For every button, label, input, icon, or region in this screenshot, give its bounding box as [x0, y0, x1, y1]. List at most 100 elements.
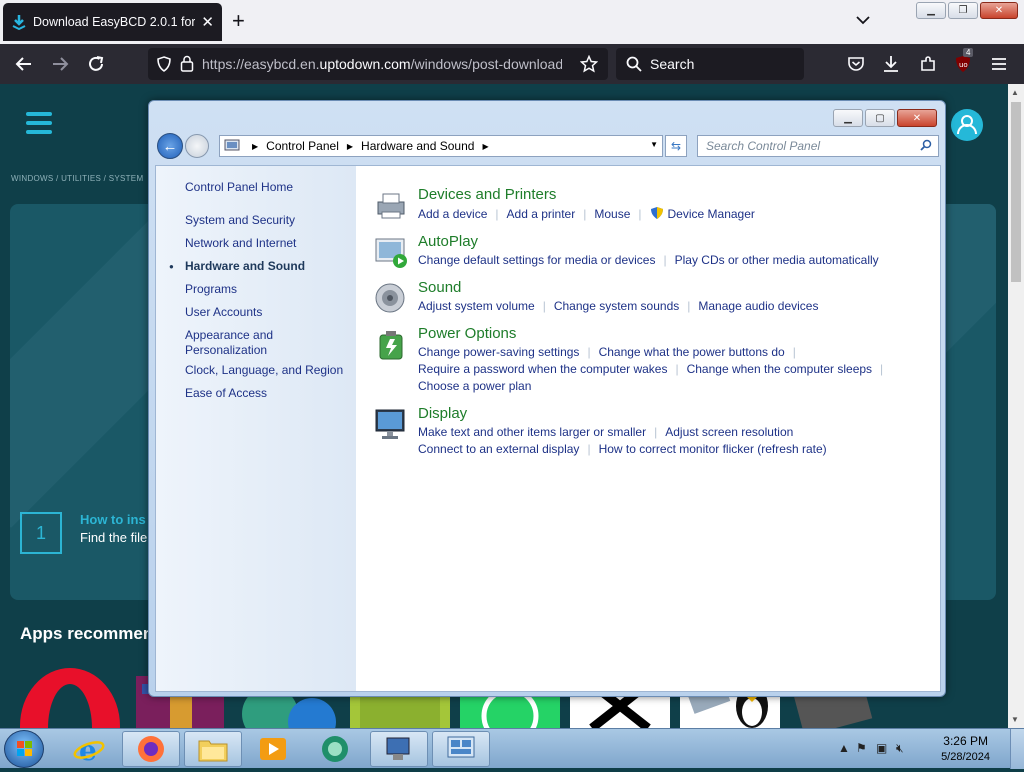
download-icon[interactable]: [881, 54, 901, 74]
page-scrollbar[interactable]: ▲ ▼: [1008, 84, 1024, 728]
devices-and-printers-title[interactable]: Devices and Printers: [418, 186, 556, 203]
change-system-sounds-link[interactable]: Change system sounds: [554, 299, 679, 313]
chevron-right-icon[interactable]: ▶: [347, 142, 353, 151]
star-icon[interactable]: [580, 55, 598, 73]
browser-nav-bar: https://easybcd.en.uptodown.com/windows/…: [0, 44, 1024, 84]
sidebar-item-appearance[interactable]: Appearance and: [185, 328, 273, 343]
step-title[interactable]: How to ins: [80, 512, 146, 527]
display-title[interactable]: Display: [418, 405, 467, 422]
sidebar-item-clock-language-region[interactable]: Clock, Language, and Region: [185, 363, 343, 378]
minimize-button[interactable]: ▁: [916, 2, 946, 19]
manage-audio-devices-link[interactable]: Manage audio devices: [698, 299, 818, 313]
sidebar-item-control-panel-home[interactable]: Control Panel Home: [185, 180, 293, 195]
list-all-tabs-icon[interactable]: [856, 14, 870, 28]
choose-power-plan-link[interactable]: Choose a power plan: [418, 379, 531, 393]
add-a-printer-link[interactable]: Add a printer: [507, 207, 576, 221]
close-tab-icon[interactable]: ✕: [201, 13, 214, 31]
arrow-left-icon[interactable]: [14, 54, 34, 74]
change-power-saving-settings-link[interactable]: Change power-saving settings: [418, 345, 579, 359]
refresh-icon[interactable]: ⇆: [665, 135, 687, 157]
device-manager-taskbar-icon[interactable]: [370, 731, 428, 767]
change-power-buttons-link[interactable]: Change what the power buttons do: [599, 345, 785, 359]
lock-icon[interactable]: [180, 55, 194, 72]
sidebar-item-network-and-internet[interactable]: Network and Internet: [185, 236, 296, 251]
action-center-flag-icon[interactable]: ⚑: [856, 741, 867, 755]
clock-date[interactable]: 5/28/2024: [941, 751, 990, 763]
explorer-folder-taskbar-icon[interactable]: [184, 731, 242, 767]
reload-icon[interactable]: [86, 54, 106, 74]
opera-app-icon[interactable]: [18, 666, 120, 728]
url-bar[interactable]: https://easybcd.en.uptodown.com/windows/…: [148, 48, 608, 80]
puzzle-icon[interactable]: [918, 54, 938, 74]
address-dropdown-icon[interactable]: ▼: [650, 140, 658, 149]
sidebar-item-programs[interactable]: Programs: [185, 282, 237, 297]
power-options-title[interactable]: Power Options: [418, 325, 516, 342]
browser-tab-active[interactable]: Download EasyBCD 2.0.1 for Wi ✕: [3, 3, 222, 41]
restore-button[interactable]: ❐: [948, 2, 978, 19]
search-icon[interactable]: [920, 139, 932, 151]
sound-title[interactable]: Sound: [418, 279, 461, 296]
back-arrow-icon[interactable]: ←: [157, 133, 183, 159]
volume-muted-icon[interactable]: 🔇︎: [896, 741, 904, 756]
control-panel-taskbar-icon[interactable]: [432, 731, 490, 767]
cp-search-input[interactable]: Search Control Panel: [697, 135, 939, 157]
connect-external-display-link[interactable]: Connect to an external display: [418, 442, 579, 456]
sidebar-item-personalization[interactable]: Personalization: [185, 343, 267, 358]
change-when-computer-sleeps-link[interactable]: Change when the computer sleeps: [687, 362, 872, 376]
firefox-taskbar-icon[interactable]: [122, 731, 180, 767]
sidebar-item-hardware-and-sound[interactable]: Hardware and Sound: [185, 259, 305, 274]
monitor-flicker-link[interactable]: How to correct monitor flicker (refresh …: [599, 442, 827, 456]
display-links-row2: Connect to an external display | How to co…: [418, 442, 827, 456]
make-text-larger-link[interactable]: Make text and other items larger or smal…: [418, 425, 646, 439]
autoplay-title[interactable]: AutoPlay: [418, 233, 478, 250]
adjust-system-volume-link[interactable]: Adjust system volume: [418, 299, 535, 313]
mouse-link[interactable]: Mouse: [594, 207, 630, 221]
require-password-on-wake-link[interactable]: Require a password when the computer wak…: [418, 362, 667, 376]
browser-search-bar[interactable]: Search: [616, 48, 804, 80]
ublock-extension-icon[interactable]: uo 4: [953, 48, 974, 74]
show-hidden-icons-icon[interactable]: ▲: [838, 741, 850, 755]
close-window-button[interactable]: ✕: [980, 2, 1018, 19]
hamburger-icon[interactable]: [989, 54, 1009, 74]
breadcrumb-hardware-and-sound[interactable]: Hardware and Sound: [361, 139, 474, 153]
cp-minimize-button[interactable]: ▁: [833, 109, 863, 127]
media-player-taskbar-icon[interactable]: [244, 731, 302, 767]
start-button[interactable]: [4, 730, 44, 768]
sidebar-item-user-accounts[interactable]: User Accounts: [185, 305, 262, 320]
show-desktop-button[interactable]: [1010, 729, 1024, 769]
sidebar-item-ease-of-access[interactable]: Ease of Access: [185, 386, 267, 401]
scroll-up-icon[interactable]: ▲: [1011, 88, 1019, 97]
cp-close-button[interactable]: ✕: [897, 109, 937, 127]
breadcrumb-control-panel[interactable]: Control Panel: [266, 139, 339, 153]
chevron-right-icon[interactable]: ▶: [482, 142, 488, 151]
svg-text:e: e: [79, 734, 97, 764]
new-tab-button[interactable]: +: [232, 10, 245, 32]
cp-maximize-button[interactable]: ▢: [865, 109, 895, 127]
arrow-right-icon[interactable]: [50, 54, 70, 74]
change-default-media-settings-link[interactable]: Change default settings for media or dev…: [418, 253, 655, 267]
chevron-right-icon[interactable]: ▶: [252, 142, 258, 151]
forward-arrow-icon[interactable]: [185, 134, 209, 158]
scroll-thumb[interactable]: [1011, 102, 1021, 282]
user-avatar-icon[interactable]: [951, 109, 983, 141]
download-favicon-icon: [12, 15, 26, 30]
adjust-screen-resolution-link[interactable]: Adjust screen resolution: [665, 425, 793, 439]
extension-badge: 4: [963, 48, 974, 57]
network-icon[interactable]: ▣: [876, 741, 887, 755]
scroll-down-icon[interactable]: ▼: [1011, 715, 1019, 724]
autoplay-links: Change default settings for media or dev…: [418, 253, 879, 267]
url-text[interactable]: https://easybcd.en.uptodown.com/windows/…: [202, 56, 562, 72]
internet-explorer-taskbar-icon[interactable]: e: [60, 731, 118, 767]
clock-time[interactable]: 3:26 PM: [943, 734, 988, 748]
display-links-row1: Make text and other items larger or smal…: [418, 425, 794, 439]
site-breadcrumb[interactable]: WINDOWS / UTILITIES / SYSTEM: [11, 174, 143, 183]
cp-address-bar[interactable]: ▶ Control Panel ▶ Hardware and Sound ▶ ▼: [219, 135, 663, 157]
play-cds-automatically-link[interactable]: Play CDs or other media automatically: [675, 253, 879, 267]
pocket-icon[interactable]: [846, 54, 866, 74]
shield-icon[interactable]: [156, 56, 172, 72]
add-a-device-link[interactable]: Add a device: [418, 207, 487, 221]
sidebar-item-system-and-security[interactable]: System and Security: [185, 213, 295, 228]
site-menu-icon[interactable]: [26, 112, 52, 138]
device-manager-link[interactable]: Device Manager: [668, 207, 755, 221]
app-taskbar-icon[interactable]: [306, 731, 364, 767]
